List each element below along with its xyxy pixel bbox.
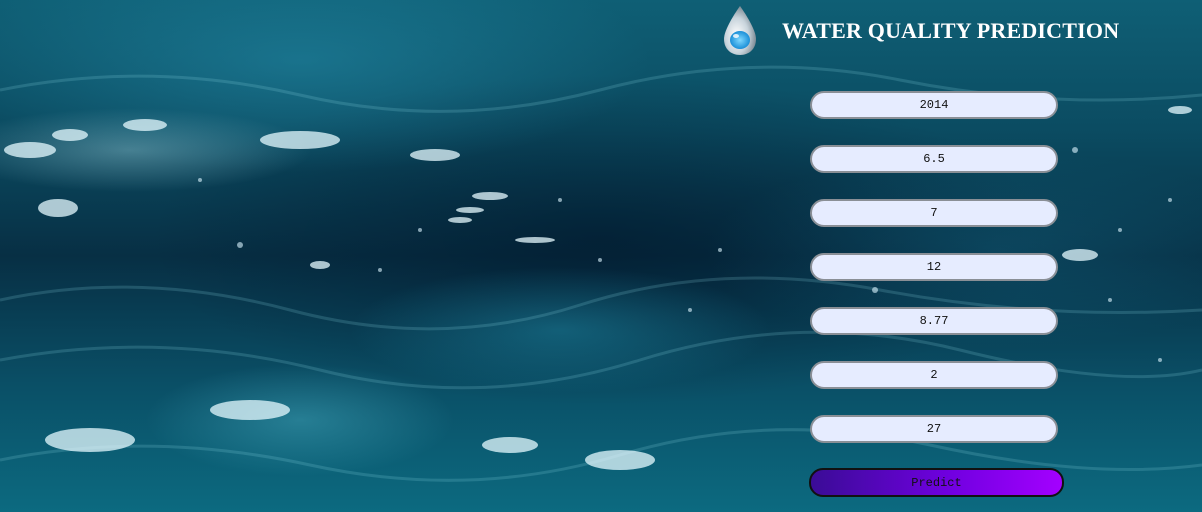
input-field-3[interactable] (810, 199, 1058, 227)
water-drop-icon (724, 6, 756, 55)
input-field-1[interactable] (810, 91, 1058, 119)
page-title: WATER QUALITY PREDICTION (782, 18, 1120, 43)
input-field-4[interactable] (810, 253, 1058, 281)
predict-button[interactable]: Predict (809, 468, 1064, 497)
input-field-5[interactable] (810, 307, 1058, 335)
input-field-7[interactable] (810, 415, 1058, 443)
page-header: WATER QUALITY PREDICTION (718, 0, 1119, 62)
input-field-2[interactable] (810, 145, 1058, 173)
input-field-6[interactable] (810, 361, 1058, 389)
